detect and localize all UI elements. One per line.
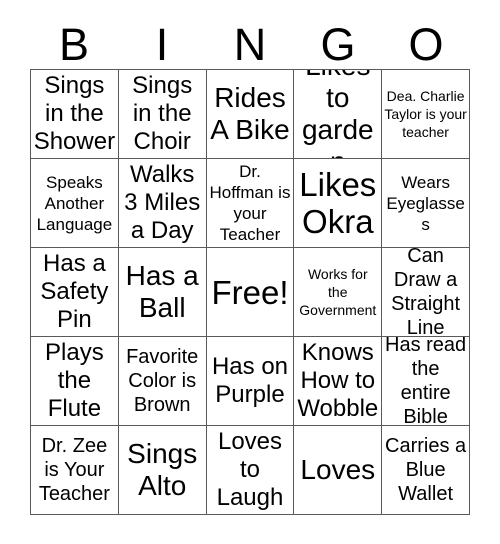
bingo-square[interactable]: Likes Okra [294,159,383,248]
header-letter-n: N [233,19,267,70]
bingo-square-label: Sings in the Choir [132,72,193,155]
bingo-square[interactable]: Can Draw a Straight Line [382,248,470,337]
bingo-square-label: Dea. Charlie Taylor is your teacher [384,88,467,140]
bingo-square-label: Speaks Another Language [36,172,113,234]
bingo-grid: Sings in the Shower Sings in the Choir R… [30,69,470,515]
header-letter-i: I [155,19,169,70]
bingo-square[interactable]: Walks 3 Miles a Day [118,159,207,248]
bingo-square-label: Likes Okra [299,166,377,240]
bingo-square-free[interactable]: Free! [206,248,295,337]
bingo-square[interactable]: Carries a Blue Wallet [382,426,470,515]
bingo-square[interactable]: Likes to garden [294,70,383,159]
bingo-square-label: Has a Safety Pin [40,250,109,333]
bingo-square-label: Has read the entire Bible [385,337,467,426]
bingo-square[interactable]: Works for the Government [294,248,383,337]
bingo-square-label: Loves [300,454,376,485]
bingo-square-label: Carries a Blue Wallet [385,435,467,505]
bingo-square[interactable]: Has a Ball [118,248,207,337]
bingo-square[interactable]: Dr. Hoffman is your Teacher [206,159,295,248]
bingo-square[interactable]: Has a Safety Pin [31,248,119,337]
bingo-square[interactable]: Dea. Charlie Taylor is your teacher [382,70,470,159]
bingo-square[interactable]: Dr. Zee is Your Teacher [31,426,119,515]
bingo-square[interactable]: Has read the entire Bible [382,337,470,426]
header-letter-g: G [320,19,356,70]
bingo-square[interactable]: Knows How to Wobble [294,337,383,426]
bingo-square-label: Dr. Hoffman is your Teacher [209,162,291,244]
bingo-header: B I N G O [30,14,470,69]
bingo-square[interactable]: Speaks Another Language [31,159,119,248]
bingo-square[interactable]: Plays the Flute [31,337,119,426]
bingo-square[interactable]: Rides A Bike [206,70,295,159]
bingo-square-label: Free! [211,273,289,311]
bingo-square-label: Loves to Laugh [216,428,284,511]
bingo-square-label: Sings Alto [127,438,198,501]
bingo-square[interactable]: Sings in the Choir [118,70,207,159]
bingo-square-label: Has a Ball [125,260,199,323]
bingo-square-label: Knows How to Wobble [297,339,379,422]
bingo-square[interactable]: Loves [294,426,383,515]
bingo-square-label: Favorite Color is Brown [126,346,199,416]
bingo-square-label: Can Draw a Straight Line [391,248,461,337]
bingo-square-label: Rides A Bike [210,82,290,145]
bingo-square-label: Wears Eyeglasses [386,172,465,234]
bingo-square[interactable]: Sings Alto [118,426,207,515]
bingo-square[interactable]: Loves to Laugh [206,426,295,515]
bingo-square[interactable]: Wears Eyeglasses [382,159,470,248]
bingo-square-label: Works for the Government [299,266,377,318]
bingo-square[interactable]: Sings in the Shower [31,70,119,159]
header-letter-o: O [408,19,444,70]
bingo-square-label: Likes to garden [301,70,374,158]
bingo-square-label: Has on Purple [211,353,289,408]
bingo-square[interactable]: Has on Purple [206,337,295,426]
bingo-square-label: Sings in the Shower [33,72,116,155]
bingo-square-label: Walks 3 Miles a Day [124,161,201,244]
header-letter-b: B [58,19,89,70]
bingo-card: B I N G O Sings in the Shower Sings in t… [0,0,500,544]
bingo-square-label: Dr. Zee is Your Teacher [38,435,110,505]
bingo-square-label: Plays the Flute [45,339,104,422]
bingo-square[interactable]: Favorite Color is Brown [118,337,207,426]
